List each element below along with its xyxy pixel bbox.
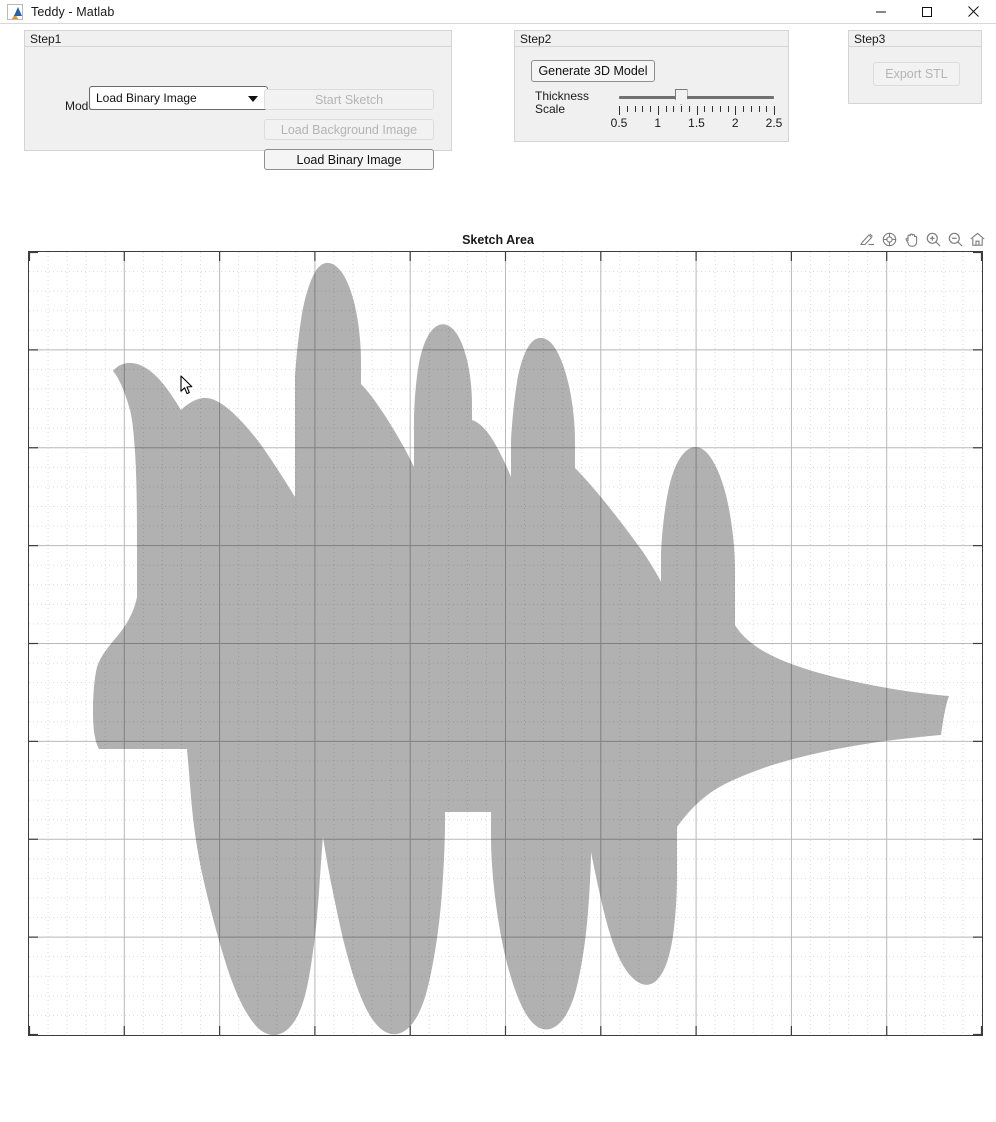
slider-tick-minor (766, 106, 768, 112)
minimize-button[interactable] (858, 0, 904, 23)
slider-tick-major (657, 106, 659, 115)
slider-tick-minor (712, 106, 713, 112)
zoom-in-icon[interactable] (924, 230, 943, 249)
slider-track[interactable] (619, 96, 774, 99)
panel-step1: Step1 Mode: Load Binary Image Start Sket… (24, 30, 452, 170)
window-title: Teddy - Matlab (31, 4, 115, 19)
slider-tick-major (696, 106, 698, 115)
generate-3d-model-label: Generate 3D Model (538, 64, 648, 78)
pan-icon[interactable] (902, 230, 921, 249)
slider-tick-label: 1.5 (688, 116, 705, 130)
panel-step1-title: Step1 (25, 31, 451, 47)
matlab-icon (7, 3, 23, 20)
rotate-3d-icon[interactable] (880, 230, 899, 249)
panel-step3: Step3 Export STL (848, 30, 982, 104)
slider-tick-minor (634, 106, 636, 112)
slider-tick-minor (688, 106, 690, 112)
slider-tick-minor (642, 106, 644, 112)
slider-tick-minor (681, 106, 682, 112)
zoom-out-icon[interactable] (946, 230, 965, 249)
sketch-area-axes[interactable] (28, 251, 983, 1036)
slider-tick-minor (673, 106, 675, 112)
close-button[interactable] (950, 0, 996, 23)
slider-tick-minor (727, 106, 729, 112)
maximize-button[interactable] (904, 0, 950, 23)
slider-tick-label: 2 (731, 116, 739, 130)
slider-ticks (619, 106, 775, 115)
slider-tick-minor (743, 106, 744, 112)
slider-tick-minor (626, 106, 628, 112)
slider-tick-label: 0.5 (610, 116, 628, 130)
export-save-icon[interactable] (858, 230, 877, 249)
generate-3d-model-button[interactable]: Generate 3D Model (531, 60, 655, 82)
mode-select-value: Load Binary Image (96, 91, 197, 105)
slider-tick-minor (704, 106, 706, 112)
export-stl-button[interactable]: Export STL (873, 62, 960, 86)
load-binary-image-label: Load Binary Image (296, 152, 402, 167)
slider-tick-minor (665, 106, 667, 112)
slider-tick-major (619, 106, 620, 115)
slider-tick-major (774, 106, 775, 115)
sketch-area-title: Sketch Area (462, 233, 534, 247)
chevron-down-icon (248, 96, 258, 102)
axes-toolbar (858, 230, 987, 249)
slider-tick-label: 1 (654, 116, 662, 130)
slider-tick-minor (650, 106, 651, 112)
slider-tick-minor (719, 106, 721, 112)
panel-step3-title: Step3 (849, 31, 981, 47)
thickness-scale-label-line2: Scale (535, 102, 566, 116)
slider-tick-label: 2.5 (765, 116, 783, 130)
slider-tick-minor (758, 106, 760, 112)
slider-tick-major (735, 106, 737, 115)
slider-tick-minor (750, 106, 752, 112)
window-controls (858, 0, 996, 23)
load-background-image-label: Load Background Image (280, 122, 418, 137)
start-sketch-button[interactable]: Start Sketch (264, 89, 434, 110)
mode-select[interactable]: Load Binary Image (89, 86, 268, 110)
thickness-scale-slider[interactable]: 0.5 1 1.5 2 2.5 (611, 88, 782, 138)
window-titlebar: Teddy - Matlab (0, 0, 996, 24)
panel-step2: Step2 Generate 3D Model Thickness Scale … (514, 30, 789, 142)
export-stl-label: Export STL (885, 67, 948, 81)
load-binary-image-button[interactable]: Load Binary Image (264, 149, 434, 170)
panel-step2-title: Step2 (515, 31, 788, 47)
load-background-image-button[interactable]: Load Background Image (264, 119, 434, 140)
restore-home-icon[interactable] (968, 230, 987, 249)
thickness-scale-label-line1: Thickness (535, 89, 590, 103)
slider-thumb[interactable] (674, 89, 688, 105)
axes-ticks (29, 252, 982, 1035)
start-sketch-label: Start Sketch (314, 92, 384, 107)
